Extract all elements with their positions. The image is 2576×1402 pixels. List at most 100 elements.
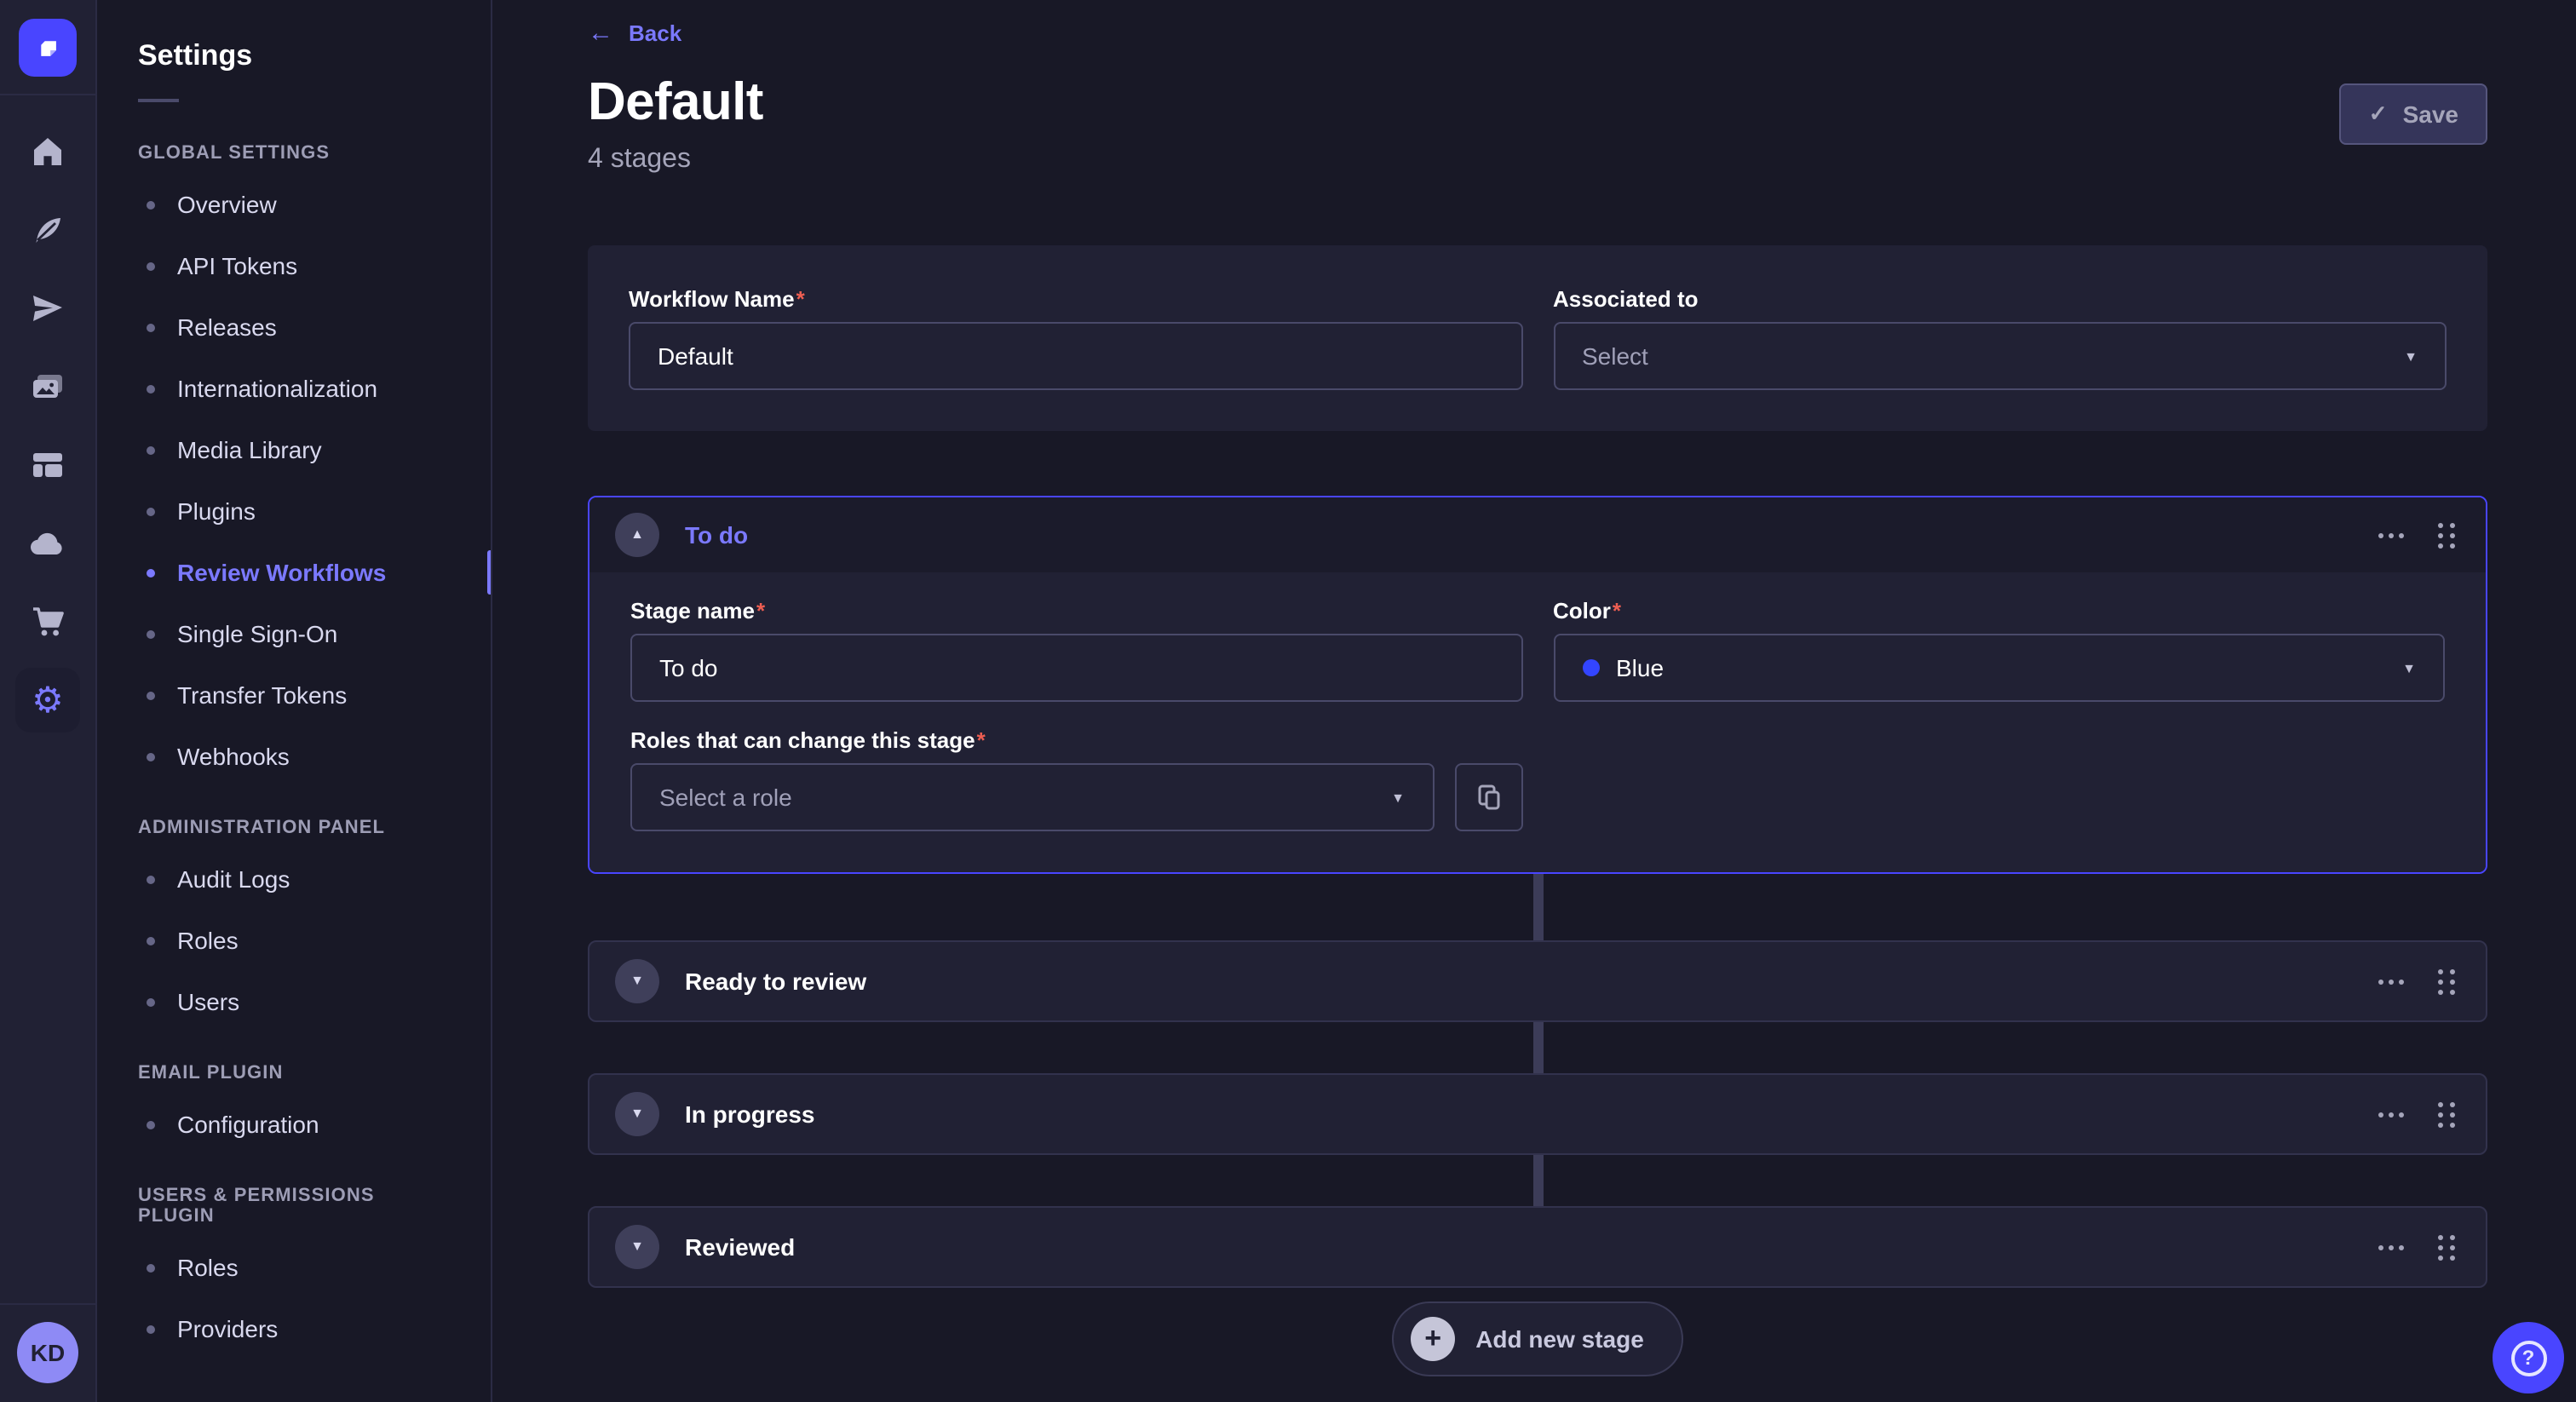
strapi-logo[interactable] [19,18,77,76]
rail-bottom: KD [0,1303,95,1402]
sidebar-item-label: Roles [177,1254,239,1281]
sidebar-item-users[interactable]: Users [97,971,491,1032]
stage-roles-select[interactable]: Select a role ▼ [630,763,1434,831]
media-library-icon[interactable] [29,368,66,405]
workflow-name-label: Workflow Name* [629,286,1522,312]
save-button[interactable]: ✓ Save [2340,83,2487,145]
collapse-stage-button[interactable]: ▲ [615,513,659,557]
sidebar-item-media-library[interactable]: Media Library [97,419,491,480]
sidebar-item-label: Webhooks [177,743,290,770]
drag-handle-icon[interactable] [2438,1234,2455,1260]
required-asterisk: * [977,727,986,753]
more-options-icon[interactable] [2378,1105,2404,1123]
sidebar-item-transfer-tokens[interactable]: Transfer Tokens [97,664,491,726]
layout-icon[interactable] [29,446,66,484]
sidebar-item-admin-roles[interactable]: Roles [97,910,491,971]
stage-row-actions [2378,1101,2460,1127]
bullet-icon [147,323,155,331]
strapi-logo-glyph [29,28,66,66]
paper-plane-icon[interactable] [29,290,66,327]
gear-icon[interactable]: ⚙ [15,668,80,733]
stage-roles-placeholder: Select a role [659,784,792,811]
stage-row-title: In progress [685,1100,2353,1128]
page-title-block: Default 4 stages [588,72,763,175]
rail-icon-list: ⚙ [15,133,80,719]
bullet-icon [147,997,155,1006]
stage-title: To do [685,521,2353,549]
section-label-global-settings: GLOBAL SETTINGS [97,112,491,174]
stage-roles-row: Select a role ▼ [630,763,1522,831]
stage-color-value: Blue [1616,654,1664,681]
expand-stage-button[interactable]: ▼ [615,1225,659,1269]
help-button[interactable]: ? [2493,1322,2564,1393]
stage-roles-field: Roles that can change this stage* Select… [630,727,1522,831]
feather-icon[interactable] [29,211,66,249]
bullet-icon [147,1324,155,1333]
add-stage-row: + Add new stage [588,1301,2487,1376]
stage-color-value-wrap: Blue [1582,654,2385,681]
drag-handle-icon[interactable] [2438,1101,2455,1127]
cart-icon[interactable] [29,603,66,641]
plus-icon: + [1411,1317,1455,1361]
bullet-icon [147,691,155,699]
add-new-stage-button[interactable]: + Add new stage [1392,1301,1683,1376]
expand-stage-button[interactable]: ▼ [615,959,659,1003]
sidebar-item-label: Audit Logs [177,865,290,893]
stage-card-to-do: ▲ To do Stage name* [588,496,2487,874]
more-options-icon[interactable] [2378,1238,2404,1256]
stage-row-reviewed: ▼ Reviewed [588,1206,2487,1288]
stage-name-input[interactable] [630,634,1522,702]
sidebar-item-label: Overview [177,191,277,218]
sidebar-item-api-tokens[interactable]: API Tokens [97,235,491,296]
sidebar-item-label: Releases [177,313,277,341]
section-label-administration-panel: ADMINISTRATION PANEL [97,787,491,848]
sidebar-item-single-sign-on[interactable]: Single Sign-On [97,603,491,664]
sidebar-item-label: Media Library [177,436,322,463]
sidebar-item-internationalization[interactable]: Internationalization [97,358,491,419]
sidebar-item-label: Users [177,988,239,1015]
chevron-down-icon: ▼ [630,1107,644,1121]
sidebar-item-configuration[interactable]: Configuration [97,1094,491,1155]
copy-icon [1475,784,1502,811]
stage-row-title: Ready to review [685,968,2353,995]
required-asterisk: * [1613,598,1621,623]
more-options-icon[interactable] [2378,526,2404,544]
workflow-name-input[interactable] [629,322,1522,390]
sidebar-item-webhooks[interactable]: Webhooks [97,726,491,787]
avatar[interactable]: KD [17,1322,78,1383]
drag-handle-icon[interactable] [2438,968,2455,994]
sidebar-item-plugins[interactable]: Plugins [97,480,491,542]
main-content: ← Back Default 4 stages ✓ Save Workflow … [492,0,2576,1402]
sidebar-item-label: Providers [177,1315,278,1342]
back-link[interactable]: ← Back [588,20,681,46]
sidebar-item-up-roles[interactable]: Roles [97,1237,491,1298]
more-options-icon[interactable] [2378,972,2404,991]
associated-to-placeholder: Select [1582,342,1648,370]
stage-color-label: Color* [1553,598,2445,623]
sidebar-item-label: Roles [177,927,239,954]
home-icon[interactable] [29,133,66,170]
settings-sidebar: Settings GLOBAL SETTINGS Overview API To… [97,0,492,1402]
sidebar-item-review-workflows[interactable]: Review Workflows [97,542,491,603]
drag-handle-icon[interactable] [2438,522,2455,548]
duplicate-roles-button[interactable] [1454,763,1522,831]
back-arrow-icon: ← [588,20,613,46]
save-label: Save [2403,101,2458,128]
bullet-icon [147,752,155,761]
expand-stage-button[interactable]: ▼ [615,1092,659,1136]
logo-container [0,0,95,95]
gear-glyph: ⚙ [32,682,64,718]
sidebar-item-releases[interactable]: Releases [97,296,491,358]
cloud-icon[interactable] [29,525,66,562]
associated-to-select[interactable]: Select ▼ [1553,322,2447,390]
sidebar-item-label: Review Workflows [177,559,386,586]
stage-row-ready-to-review: ▼ Ready to review [588,940,2487,1022]
sidebar-item-overview[interactable]: Overview [97,174,491,235]
sidebar-item-providers[interactable]: Providers [97,1298,491,1359]
sidebar-item-audit-logs[interactable]: Audit Logs [97,848,491,910]
workflow-name-label-text: Workflow Name [629,286,795,312]
bullet-icon [147,200,155,209]
associated-to-field: Associated to Select ▼ [1553,286,2447,390]
chevron-down-icon: ▼ [630,974,644,988]
stage-color-select[interactable]: Blue ▼ [1553,634,2445,702]
